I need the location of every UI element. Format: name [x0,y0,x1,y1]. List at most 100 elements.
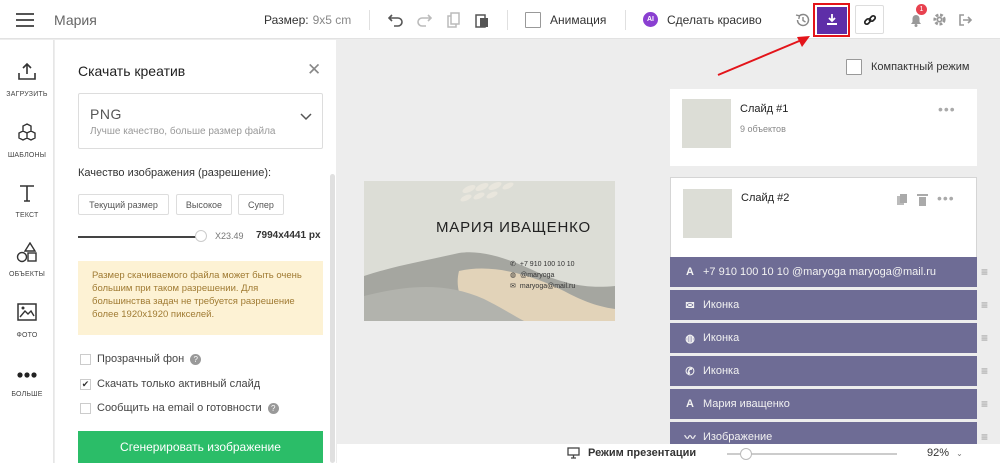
envelope-icon: ✉ [510,283,516,290]
share-link-button[interactable] [855,5,884,34]
more-options-icon[interactable]: ••• [937,190,955,206]
divider [369,10,370,30]
phone-icon: ✆ [510,261,516,268]
drag-handle-icon[interactable]: ≡ [981,364,988,378]
size-selector[interactable]: Размер: 9x5 cm [264,0,351,39]
top-toolbar: Мария Размер: 9x5 cm Анимация AI Сделать… [0,0,1000,39]
presentation-mode-label: Режим презентации [588,447,697,459]
sidebar-item-label: ФОТО [16,332,38,339]
layer-item[interactable]: A Мария иващенко [670,389,977,419]
layer-label: Изображение [703,431,773,443]
format-description: Лучше качество, больше размер файла [90,126,276,137]
quality-high-button[interactable]: Высокое [176,194,232,215]
panel-scrollbar[interactable] [330,174,335,463]
notification-count: 1 [916,4,927,15]
layer-item[interactable]: ◍ Иконка [670,323,977,353]
size-value: 9x5 cm [312,12,352,27]
format-select[interactable]: PNG Лучше качество, больше размер файла [78,93,323,149]
format-name: PNG [90,106,122,122]
option-email-notify[interactable]: Сообщить на email о готовности ? [80,402,279,414]
generate-image-button[interactable]: Сгенерировать изображение [78,431,323,463]
left-sidebar: ЗАГРУЗИТЬ ШАБЛОНЫ ТЕКСТ ОБЪЕКТЫ ФОТО БОЛ… [0,40,54,463]
option-label: Сообщить на email о готовности [97,402,262,414]
annotation-arrow [717,36,810,76]
menu-icon[interactable] [15,0,35,39]
drag-handle-icon[interactable]: ≡ [981,298,988,312]
resolution-slider-track[interactable] [78,236,200,238]
compact-mode-toggle[interactable]: Компактный режим [846,59,970,75]
zoom-slider-handle[interactable] [740,448,752,460]
text-icon: A [686,266,694,278]
drag-handle-icon[interactable]: ≡ [981,265,988,279]
help-icon[interactable]: ? [190,353,202,365]
slide-thumbnail [682,99,731,148]
project-title[interactable]: Мария [54,0,97,39]
shapes-icon [16,241,38,266]
layer-item[interactable]: ✆ Иконка [670,356,977,386]
active-slide-checkbox[interactable]: ✔ [80,378,91,390]
layer-label: +7 910 100 10 10 @maryoga maryoga@mail.r… [703,266,936,278]
email-notify-checkbox[interactable] [80,402,91,414]
zoom-slider-track[interactable] [727,453,897,455]
copy-icon[interactable] [444,0,464,39]
drag-handle-icon[interactable]: ≡ [981,397,988,411]
sidebar-item-label: ШАБЛОНЫ [7,152,47,159]
download-panel: Скачать креатив ✕ PNG Лучше качество, бо… [55,40,336,463]
animation-checkbox[interactable] [525,11,541,28]
slide-card-1[interactable]: Слайд #1 9 объектов ••• [670,89,977,166]
animation-label: Анимация [550,12,607,27]
sidebar-item-label: ТЕКСТ [15,212,39,219]
drag-handle-icon[interactable]: ≡ [981,331,988,345]
compact-mode-checkbox[interactable] [846,59,862,75]
link-icon [863,14,876,25]
drag-handle-icon[interactable]: ≡ [981,430,988,444]
card-background-art [364,181,615,321]
monitor-icon [567,447,580,459]
trash-icon[interactable] [917,193,928,211]
image-icon: 〰 [684,432,696,444]
globe-icon: ◍ [510,272,517,279]
quality-super-button[interactable]: Супер [238,194,284,215]
sidebar-item-more[interactable]: БОЛЬШЕ [0,362,54,398]
sidebar-item-photo[interactable]: ФОТО [0,303,54,339]
scale-value: X23.49 [215,231,244,241]
resolution-warning: Размер скачиваемого файла может быть оче… [78,261,323,335]
gear-icon[interactable] [929,0,949,39]
slide-card-2[interactable]: Слайд #2 ••• [670,177,977,257]
layer-item[interactable]: A +7 910 100 10 10 @maryoga maryoga@mail… [670,257,977,287]
duplicate-icon[interactable] [896,193,908,211]
resolution-slider-handle[interactable] [195,230,207,242]
sidebar-item-label: БОЛЬШЕ [11,391,43,398]
layer-item[interactable]: ✉ Иконка [670,290,977,320]
redo-icon[interactable] [414,0,434,39]
option-label: Прозрачный фон [97,353,185,365]
more-icon [16,362,38,386]
option-active-slide[interactable]: ✔ Скачать только активный слайд [80,378,260,390]
zoom-value: 92% [927,447,950,459]
sidebar-item-label: ЗАГРУЗИТЬ [6,91,48,98]
transparent-bg-checkbox[interactable] [80,353,91,365]
sidebar-item-upload[interactable]: ЗАГРУЗИТЬ [0,62,54,98]
text-icon [17,183,37,207]
more-options-icon[interactable]: ••• [938,101,956,117]
sidebar-item-objects[interactable]: ОБЪЕКТЫ [0,241,54,278]
close-icon[interactable]: ✕ [307,60,321,80]
quality-current-button[interactable]: Текущий размер [78,194,169,215]
option-transparent-bg[interactable]: Прозрачный фон ? [80,353,202,365]
sidebar-item-templates[interactable]: ШАБЛОНЫ [0,123,54,159]
paste-icon[interactable] [472,0,492,39]
undo-icon[interactable] [386,0,406,39]
zoom-select[interactable]: 92% ⌄ [927,447,963,459]
sidebar-item-text[interactable]: ТЕКСТ [0,183,54,219]
text-icon: A [686,398,694,410]
download-icon [816,6,847,34]
card-phone: ✆ +7 910 100 10 10 [510,260,575,269]
slide-title: Слайд #1 [740,103,789,115]
animation-toggle[interactable]: Анимация [525,0,606,39]
presentation-mode-button[interactable]: Режим презентации [567,447,696,459]
size-label: Размер: [264,12,309,27]
exit-icon[interactable] [955,0,975,39]
globe-icon: ◍ [685,332,695,345]
help-icon[interactable]: ? [267,402,279,414]
business-card-canvas[interactable]: МАРИЯ ИВАЩЕНКО ✆ +7 910 100 10 10 ◍ @mar… [364,181,615,321]
